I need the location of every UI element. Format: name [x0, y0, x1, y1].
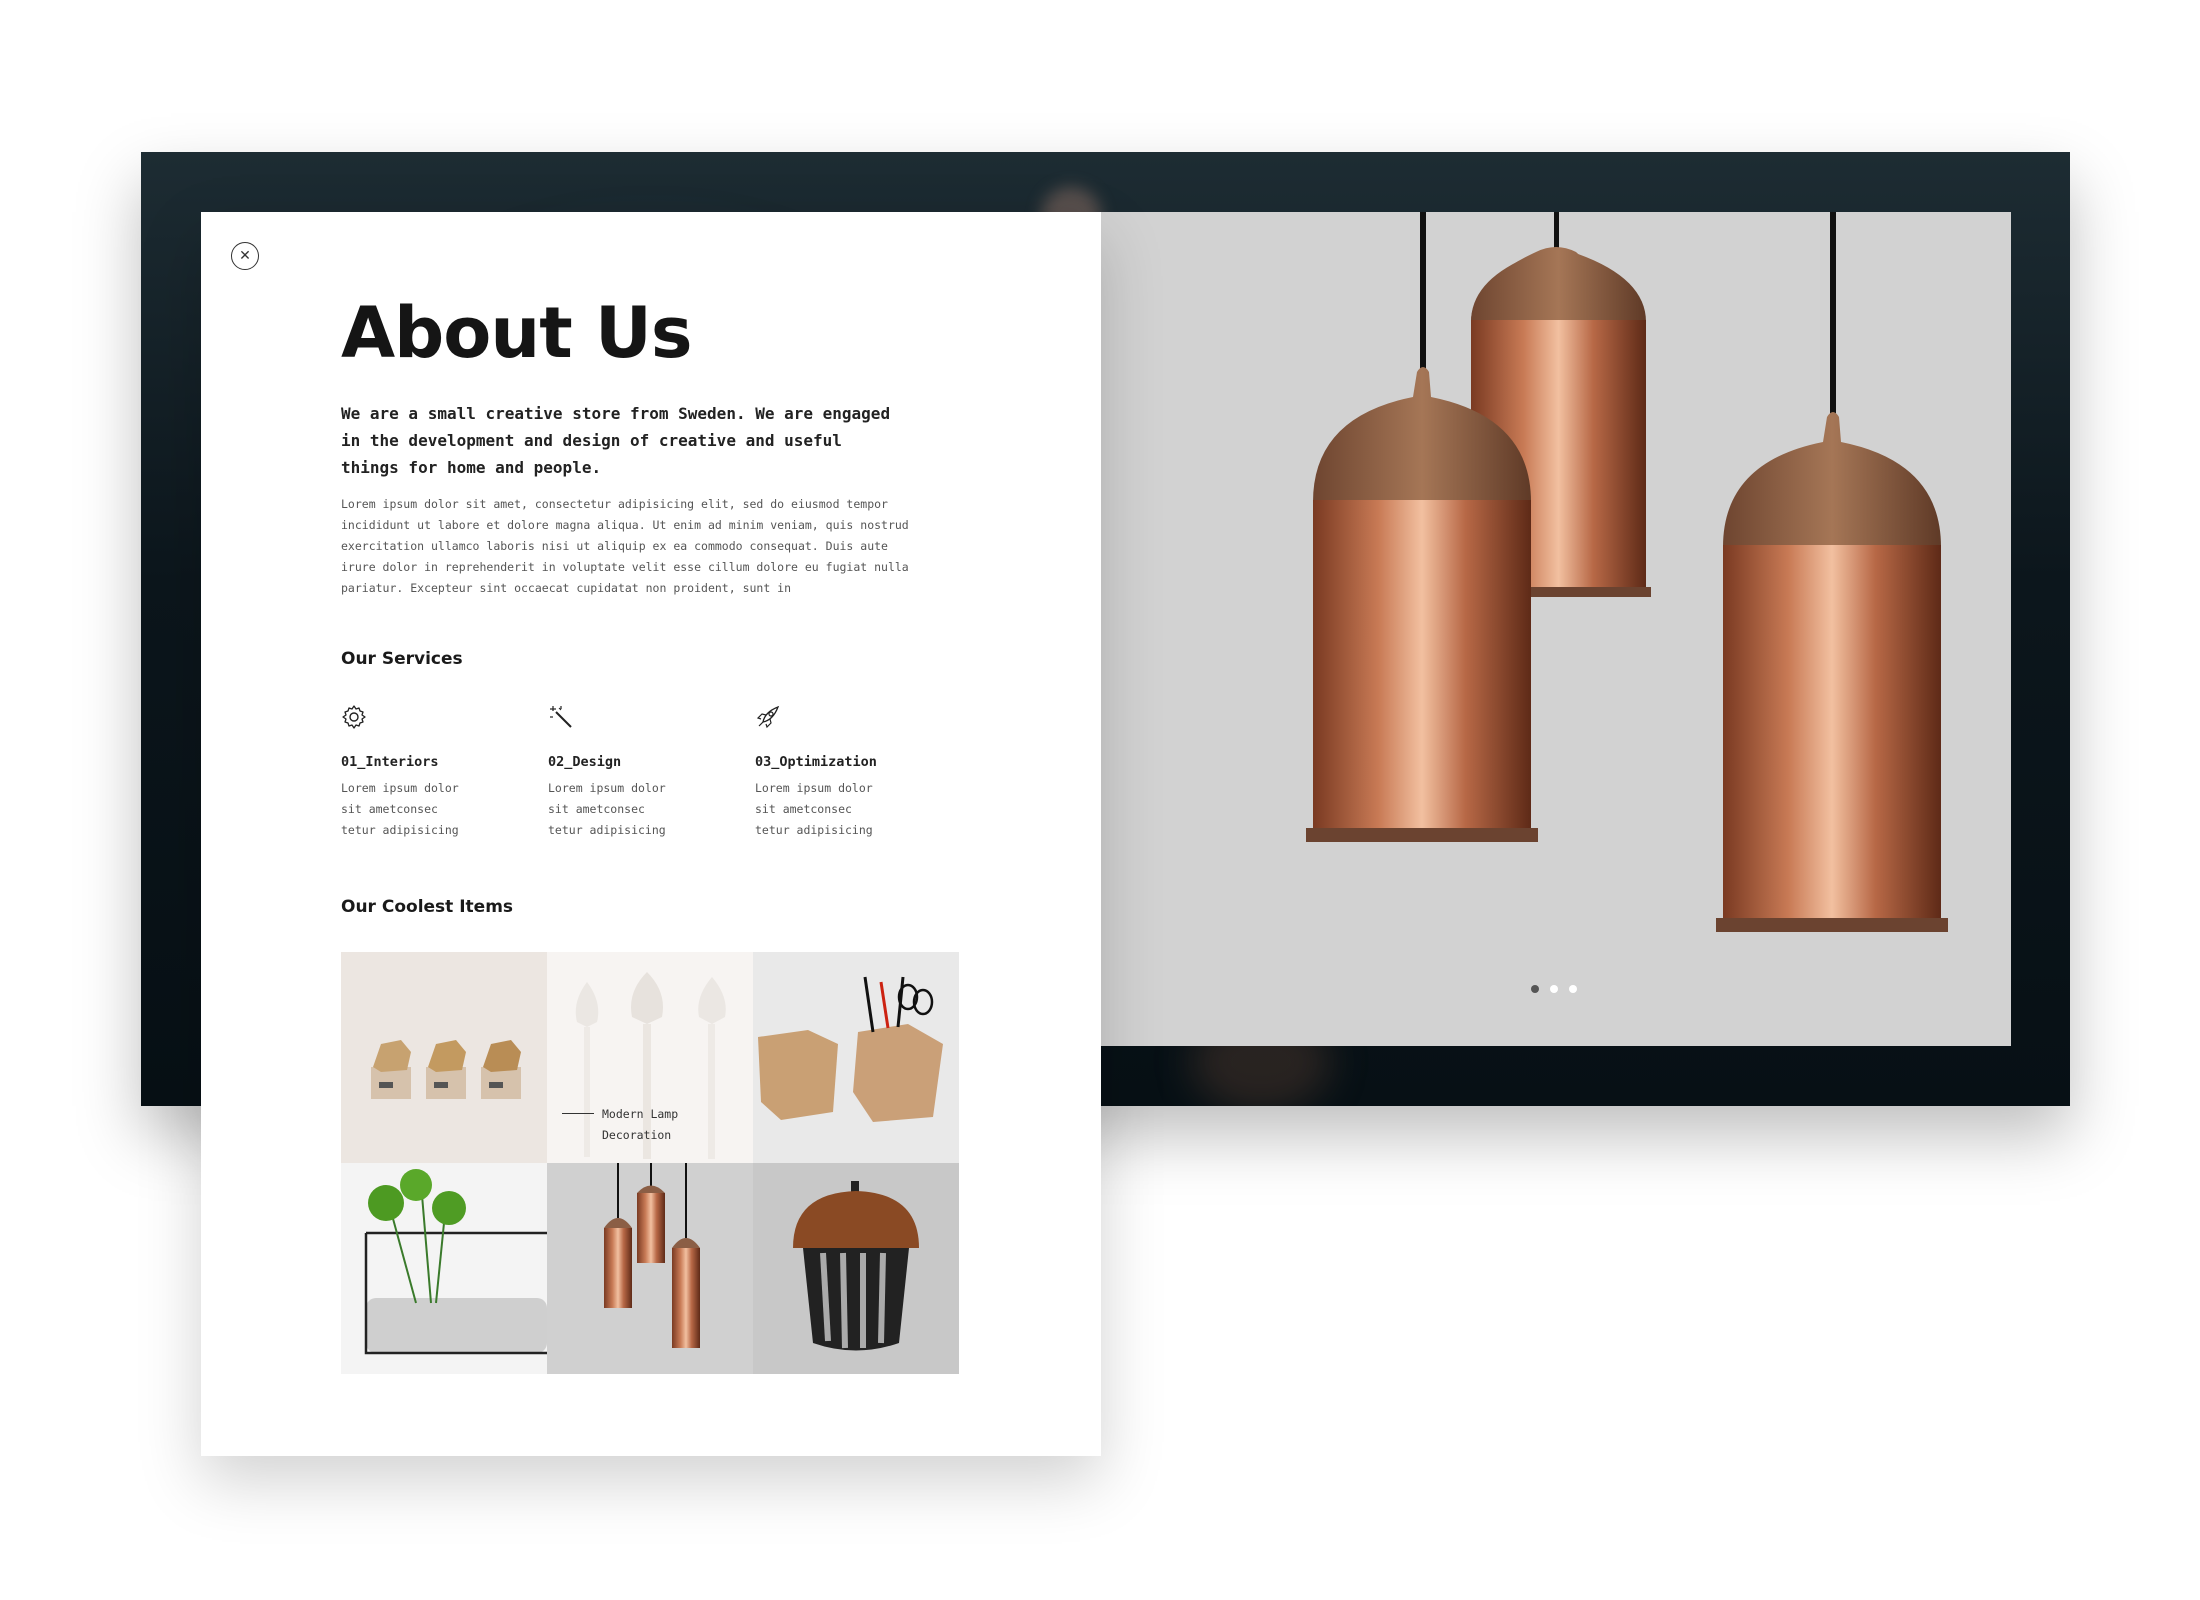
- item-image: [547, 1163, 753, 1374]
- item-tile-pen-holders[interactable]: [753, 952, 959, 1163]
- about-body: Lorem ipsum dolor sit amet, consectetur …: [341, 497, 909, 595]
- rocket-icon: [756, 705, 780, 729]
- service-desc: Lorem ipsum dolor sit ametconsec tetur a…: [341, 781, 459, 837]
- hero-image-copper-lamps: [1306, 212, 1948, 932]
- item-caption: Modern Lamp Decoration: [602, 1107, 679, 1142]
- services-title: Our Services: [341, 649, 463, 669]
- close-icon: ✕: [239, 248, 251, 264]
- item-tile-acorn-lamp[interactable]: [753, 1163, 959, 1374]
- service-title: 01_Interiors: [341, 754, 439, 770]
- item-image: [753, 952, 959, 1163]
- close-button[interactable]: ✕: [231, 242, 259, 270]
- slider-dot[interactable]: [1550, 985, 1558, 993]
- page-title: About Us: [341, 292, 693, 374]
- service-title: 03_Optimization: [755, 754, 877, 770]
- services-list: 01_Interiors Lorem ipsum dolor sit ametc…: [341, 704, 962, 841]
- service-item: 03_Optimization Lorem ipsum dolor sit am…: [755, 704, 962, 841]
- item-image: [753, 1163, 959, 1374]
- service-title: 02_Design: [548, 754, 622, 770]
- items-grid: Modern Lamp Decoration: [341, 952, 959, 1374]
- item-tile-geometric-boxes[interactable]: [341, 952, 547, 1163]
- magic-wand-icon: [550, 706, 572, 728]
- hero-slider[interactable]: [1101, 212, 2011, 1046]
- about-lead: We are a small creative store from Swede…: [341, 404, 891, 477]
- item-tile-copper-lamps[interactable]: [547, 1163, 753, 1374]
- service-item: 02_Design Lorem ipsum dolor sit ametcons…: [548, 704, 755, 841]
- about-panel: ✕ About Us We are a small creative store…: [201, 212, 1101, 1456]
- slider-dot[interactable]: [1531, 985, 1539, 993]
- service-item: 01_Interiors Lorem ipsum dolor sit ametc…: [341, 704, 548, 841]
- item-tile-white-lamps[interactable]: Modern Lamp Decoration: [547, 952, 753, 1163]
- slider-dots: [1531, 985, 1577, 993]
- gear-icon: [342, 705, 366, 729]
- service-desc: Lorem ipsum dolor sit ametconsec tetur a…: [548, 781, 666, 837]
- items-title: Our Coolest Items: [341, 897, 514, 917]
- slider-dot[interactable]: [1569, 985, 1577, 993]
- item-tile-flowers-vase[interactable]: [341, 1163, 547, 1374]
- caption-line: [562, 1113, 594, 1114]
- item-image: [341, 1163, 547, 1374]
- item-image: [341, 952, 547, 1163]
- service-desc: Lorem ipsum dolor sit ametconsec tetur a…: [755, 781, 873, 837]
